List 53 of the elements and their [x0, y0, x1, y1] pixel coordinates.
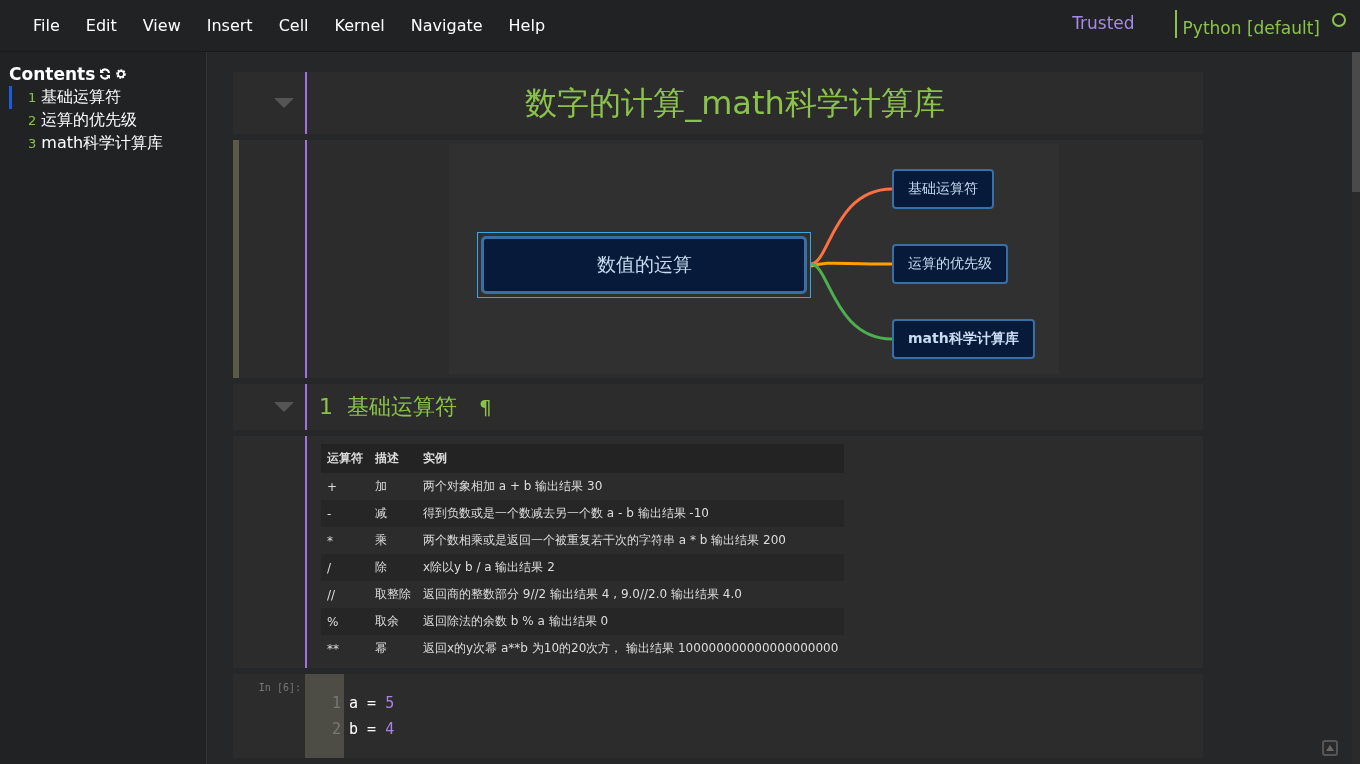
code-line: b = 4: [349, 720, 395, 738]
scrollbar[interactable]: [1352, 52, 1360, 764]
table-cell: /: [321, 554, 369, 581]
table-cell: 得到负数或是一个数减去另一个数 a - b 输出结果 -10: [417, 500, 845, 527]
menu-item[interactable]: Cell: [265, 16, 322, 35]
table-cell: %: [321, 608, 369, 635]
table-cell: 乘: [369, 527, 417, 554]
toc-item[interactable]: 3 math科学计算库: [9, 132, 206, 155]
table-cell: 返回商的整数部分 9//2 输出结果 4 , 9.0//2.0 输出结果 4.0: [417, 581, 845, 608]
mindmap-node: 运算的优先级: [892, 244, 1008, 284]
menu-item[interactable]: Kernel: [321, 16, 398, 35]
section-heading: 1 基础运算符: [319, 393, 457, 421]
table-cell: +: [321, 473, 369, 500]
table-cell: -: [321, 500, 369, 527]
table-cell: 取余: [369, 608, 417, 635]
menu-item[interactable]: View: [129, 16, 194, 35]
table-cell: 返回x的y次幂 a**b 为10的20次方， 输出结果 100000000000000000000: [417, 635, 845, 662]
trusted-indicator[interactable]: Trusted: [1072, 13, 1135, 33]
scroll-to-top-icon[interactable]: [1322, 740, 1338, 756]
table-cell: **: [321, 635, 369, 662]
table-cell: 幂: [369, 635, 417, 662]
mindmap-node: 基础运算符: [892, 169, 994, 209]
menu-item[interactable]: Navigate: [397, 16, 496, 35]
table-cell: 两个数相乘或是返回一个被重复若干次的字符串 a * b 输出结果 200: [417, 527, 845, 554]
table-cell: 除: [369, 554, 417, 581]
menu-item[interactable]: Help: [495, 16, 559, 35]
input-prompt: In [6]:: [258, 682, 301, 693]
menu-item[interactable]: File: [20, 16, 73, 35]
code-line: a = 5: [349, 694, 395, 712]
table-cell: 两个对象相加 a + b 输出结果 30: [417, 473, 845, 500]
table-cell: x除以y b / a 输出结果 2: [417, 554, 845, 581]
table-cell: 取整除: [369, 581, 417, 608]
column-header: 实例: [417, 444, 845, 473]
table-cell: 减: [369, 500, 417, 527]
table-cell: 返回除法的余数 b % a 输出结果 0: [417, 608, 845, 635]
collapse-icon[interactable]: [274, 98, 294, 108]
settings-icon[interactable]: [115, 68, 128, 80]
toc-title: Contents: [9, 64, 96, 84]
table-cell: 加: [369, 473, 417, 500]
anchor-link[interactable]: ¶: [479, 395, 492, 419]
notebook-title: 数字的计算_math科学计算库: [525, 83, 945, 124]
mindmap-root-node: 数值的运算: [477, 232, 811, 298]
menu-item[interactable]: Edit: [72, 16, 130, 35]
mindmap-node: math科学计算库: [892, 319, 1035, 359]
toc-item[interactable]: 2 运算的优先级: [9, 109, 206, 132]
kernel-name[interactable]: Python [default]: [1174, 10, 1326, 38]
table-cell: //: [321, 581, 369, 608]
table-cell: *: [321, 527, 369, 554]
column-header: 描述: [369, 444, 417, 473]
refresh-icon[interactable]: [99, 68, 112, 80]
menu-item[interactable]: Insert: [193, 16, 266, 35]
collapse-icon[interactable]: [274, 402, 294, 412]
column-header: 运算符: [321, 444, 369, 473]
